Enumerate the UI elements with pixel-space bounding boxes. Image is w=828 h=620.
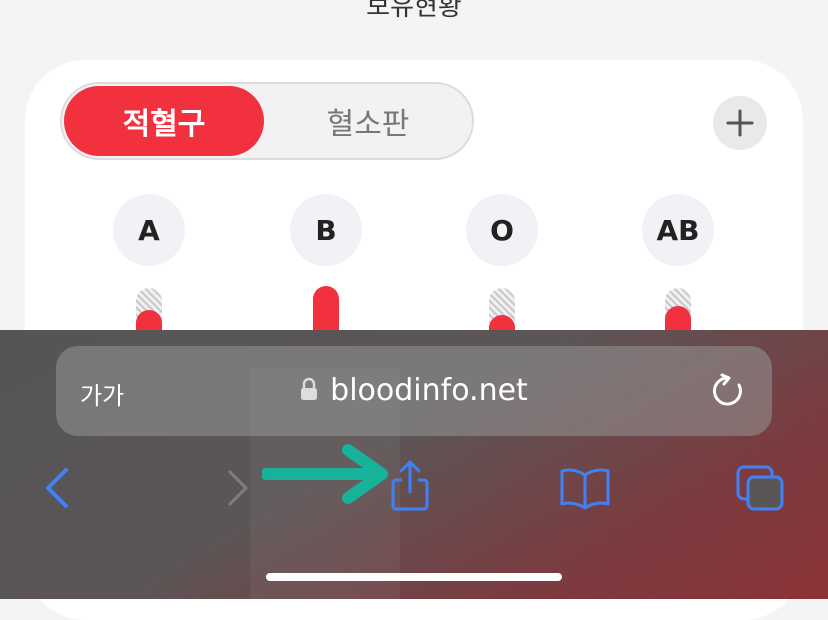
annotation-arrow bbox=[260, 442, 392, 512]
browser-toolbar: 가가 bloodinfo.net bbox=[0, 330, 828, 599]
reload-icon[interactable] bbox=[708, 372, 748, 416]
address-bar[interactable]: 가가 bloodinfo.net bbox=[56, 346, 772, 436]
blood-type-b: B bbox=[290, 194, 362, 266]
tabs-icon[interactable] bbox=[734, 463, 788, 517]
forward-icon bbox=[220, 468, 252, 512]
page-title: 보유현황 bbox=[366, 0, 462, 22]
share-icon[interactable] bbox=[388, 458, 432, 516]
blood-type-ab: AB bbox=[642, 194, 714, 266]
home-indicator[interactable] bbox=[266, 573, 562, 581]
lock-icon bbox=[300, 374, 318, 409]
url-text: bloodinfo.net bbox=[330, 373, 528, 408]
bookmarks-icon[interactable] bbox=[558, 466, 612, 514]
plus-icon[interactable] bbox=[713, 96, 767, 150]
back-icon[interactable] bbox=[40, 466, 76, 514]
blood-type-a: A bbox=[113, 194, 185, 266]
segment-red-cells[interactable]: 적혈구 bbox=[64, 86, 264, 156]
blood-component-segment: 적혈구 혈소판 bbox=[60, 82, 474, 160]
url-display[interactable]: bloodinfo.net bbox=[56, 373, 772, 409]
segment-platelets[interactable]: 혈소판 bbox=[268, 86, 468, 156]
blood-type-o: O bbox=[466, 194, 538, 266]
